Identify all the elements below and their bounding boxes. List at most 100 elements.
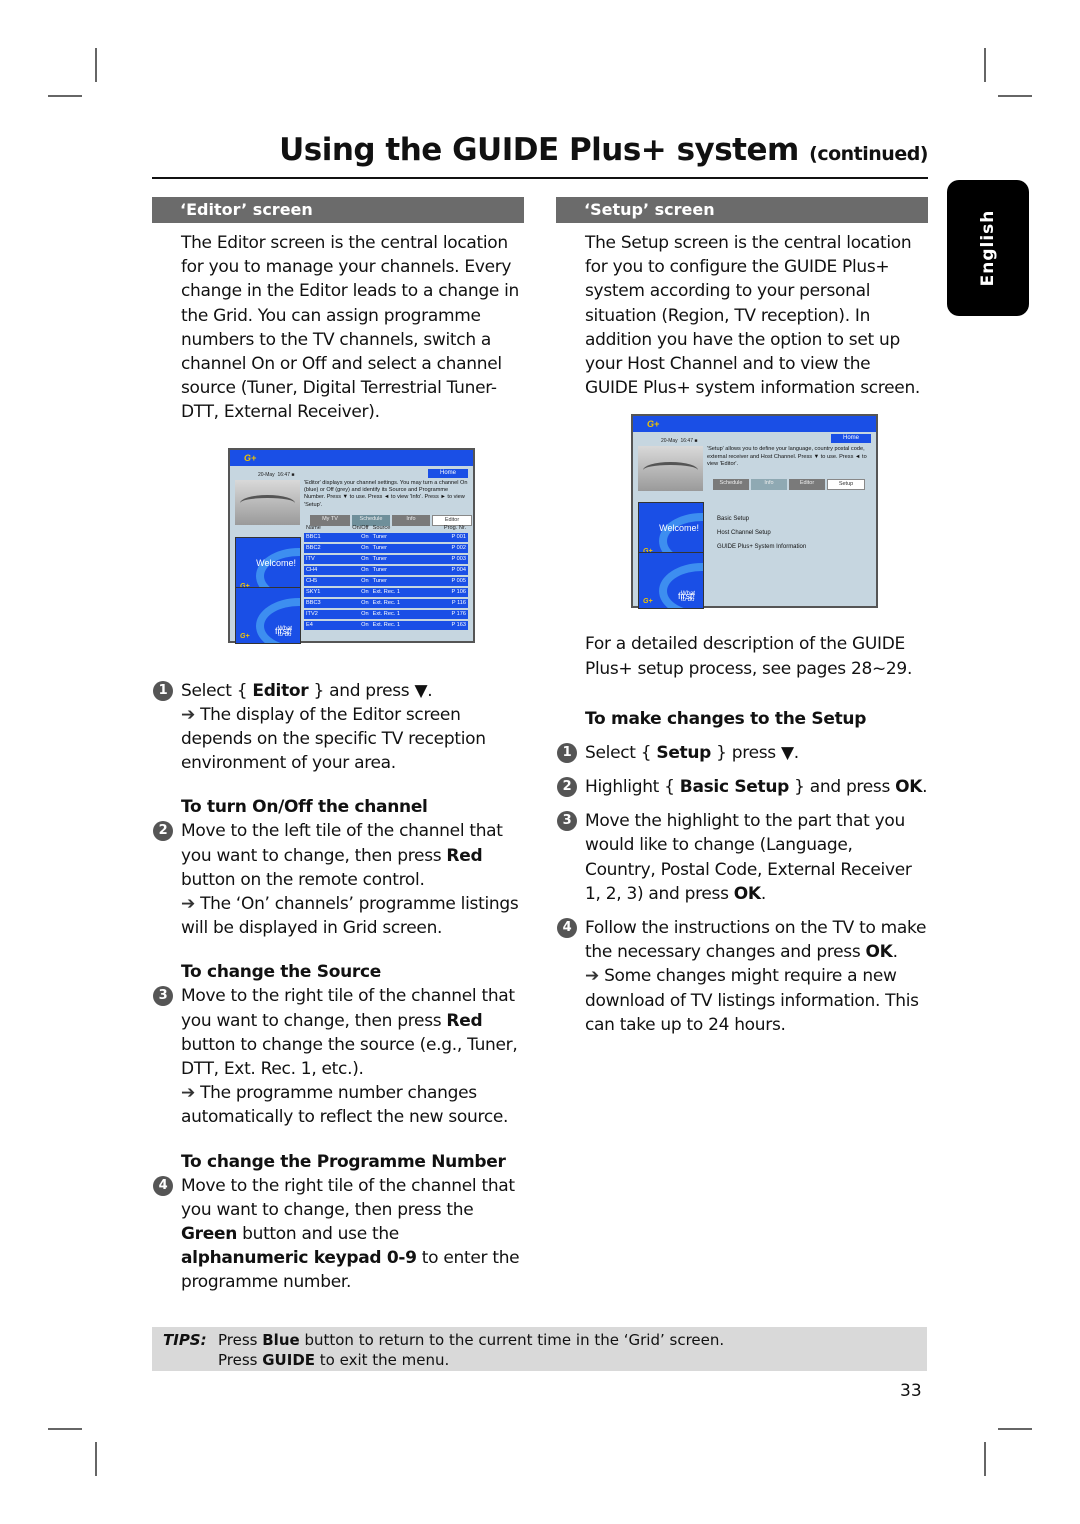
setup-step-3: 3 Move the highlight to the part that yo… [557, 809, 928, 906]
channel-state[interactable]: On [336, 609, 371, 619]
channel-state[interactable]: On [336, 620, 371, 630]
channel-row[interactable]: BBC3 On Ext. Rec. 1P 116 [304, 598, 468, 608]
channel-prog-number[interactable]: P 003 [423, 554, 468, 564]
channel-prog-number[interactable]: P 004 [423, 565, 468, 575]
subheading-setup-changes: To make changes to the Setup [585, 708, 867, 729]
tv-description: 'Setup' allows you to define your langua… [707, 446, 867, 468]
channel-name[interactable]: SKY1 [304, 587, 337, 597]
what-to-do-first-promo[interactable]: What to do first! G+ [638, 552, 704, 610]
home-button[interactable]: Home [831, 434, 871, 444]
channel-prog-number[interactable]: P 002 [423, 543, 468, 553]
result-arrow-icon: ➔ [181, 704, 195, 725]
channel-name[interactable]: ITV [304, 554, 337, 564]
channel-prog-number[interactable]: P 106 [423, 587, 468, 597]
channel-prog-number[interactable]: P 116 [423, 598, 468, 608]
tv-tab-setup[interactable]: Setup [827, 479, 865, 491]
tv-tab-editor[interactable]: Editor [789, 479, 825, 491]
channel-state[interactable]: On [336, 554, 371, 564]
subheading-onoff: To turn On/Off the channel [181, 797, 428, 818]
setup-step-1: 1 Select { Setup } press ▼. [557, 741, 928, 765]
channel-state[interactable]: On [336, 587, 371, 597]
col-prog: Prog. Nr. [443, 524, 466, 531]
step-number: 3 [153, 986, 173, 1007]
channel-prog-number[interactable]: P 001 [423, 532, 468, 542]
language-label: English [978, 209, 998, 287]
tips-line-2: Press GUIDE to exit the menu. [218, 1351, 450, 1369]
channel-name[interactable]: E4 [304, 620, 337, 630]
tv-tab-info[interactable]: Info [751, 479, 787, 491]
result-arrow-icon: ➔ [181, 894, 195, 915]
setup-step-2: 2 Highlight { Basic Setup } and press OK… [557, 775, 928, 799]
editor-step-4: 4 Move to the right tile of the channel … [153, 1174, 524, 1295]
channel-state[interactable]: On [336, 565, 371, 575]
channel-source[interactable]: Tuner [370, 576, 424, 586]
crop-mark [48, 95, 82, 97]
welcome-promo[interactable]: Welcome! G+ [235, 536, 301, 594]
channel-state[interactable]: On [336, 598, 371, 608]
guide-plus-logo: G+ [244, 452, 257, 463]
step-number: 2 [153, 821, 173, 842]
channel-name[interactable]: CH5 [304, 576, 337, 586]
channel-prog-number[interactable]: P 176 [423, 609, 468, 619]
page-title-suffix: (continued) [809, 143, 928, 165]
channel-row[interactable]: ITV On Tuner P 003 [304, 554, 468, 564]
tv-tabs: Schedule Info Editor Setup [713, 479, 865, 491]
crop-mark [984, 1442, 986, 1476]
tv-description: 'Editor' displays your channel settings.… [304, 479, 468, 508]
section-heading: ‘Editor’ screen [152, 197, 524, 223]
col-onoff: On/Off [352, 524, 369, 531]
channel-row[interactable]: E4 On Ext. Rec. 1P 163 [304, 620, 468, 630]
step-number: 4 [153, 1175, 173, 1196]
home-button[interactable]: Home [428, 468, 468, 478]
setup-intro: The Setup screen is the central location… [585, 233, 921, 399]
channel-row[interactable]: ITV2 On Ext. Rec. 1P 176 [304, 609, 468, 619]
what-to-do-first-promo[interactable]: What to do first! G+ [235, 586, 301, 644]
page-title: Using the GUIDE Plus+ system (continued) [279, 132, 928, 168]
channel-source[interactable]: Ext. Rec. 1 [370, 587, 424, 597]
channel-state[interactable]: On [336, 576, 371, 586]
channel-row[interactable]: CH4 On Tuner P 004 [304, 565, 468, 575]
tv-tab-schedule[interactable]: Schedule [713, 479, 749, 491]
menu-item-host-channel-setup[interactable]: Host Channel Setup [717, 526, 806, 540]
tips-box: TIPS: Press Blue button to return to the… [152, 1327, 927, 1371]
tv-top-bar: G+ [230, 449, 473, 466]
channel-row[interactable]: CH5 On Tuner P 005 [304, 576, 468, 586]
channel-row[interactable]: BBC2 On Tuner P 002 [304, 543, 468, 553]
language-tab: English [947, 180, 1029, 316]
channel-source[interactable]: Tuner [370, 554, 424, 564]
editor-tv-screenshot: G+ 20-May 16:47 ■ Home 'Editor' displays… [228, 447, 475, 644]
col-name: Name [306, 524, 321, 531]
crop-mark [95, 1442, 97, 1476]
tips-line-1: Press Blue button to return to the curre… [218, 1331, 725, 1349]
editor-section: ‘Editor’ screen The Editor screen is the… [152, 197, 524, 1295]
tv-top-bar: G+ [633, 416, 876, 433]
channel-source[interactable]: Ext. Rec. 1 [370, 609, 424, 619]
welcome-promo[interactable]: Welcome! G+ [638, 502, 704, 560]
channel-prog-number[interactable]: P 005 [423, 576, 468, 586]
channel-state[interactable]: On [336, 532, 371, 542]
channel-prog-number[interactable]: P 163 [423, 620, 468, 630]
setup-tv-screenshot: G+ 20-May 16:47 ■ Home 'Setup' allows yo… [631, 414, 878, 610]
tv-preview-image [235, 479, 300, 525]
channel-name[interactable]: CH4 [304, 565, 337, 575]
channel-name[interactable]: BBC3 [304, 598, 337, 608]
editor-step-3: 3 Move to the right tile of the channel … [153, 984, 524, 1129]
channel-row[interactable]: BBC1 On Tuner P 001 [304, 532, 468, 542]
channel-source[interactable]: Ext. Rec. 1 [370, 598, 424, 608]
channel-name[interactable]: ITV2 [304, 609, 337, 619]
channel-source[interactable]: Tuner [370, 543, 424, 553]
crop-mark [998, 95, 1032, 97]
step-number: 2 [557, 777, 577, 798]
tv-date-time: 20-May 16:47 ■ [661, 438, 698, 445]
channel-name[interactable]: BBC2 [304, 543, 337, 553]
channel-name[interactable]: BBC1 [304, 532, 337, 542]
editor-intro: The Editor screen is the central locatio… [181, 233, 519, 423]
channel-row[interactable]: SKY1 On Ext. Rec. 1P 106 [304, 587, 468, 597]
menu-item-system-information[interactable]: GUIDE Plus+ System Information [717, 540, 806, 554]
channel-source[interactable]: Ext. Rec. 1 [370, 620, 424, 630]
menu-item-basic-setup[interactable]: Basic Setup [717, 512, 806, 526]
channel-source[interactable]: Tuner [370, 532, 424, 542]
channel-table-header: Name On/Off Source Prog. Nr. [304, 525, 468, 531]
channel-source[interactable]: Tuner [370, 565, 424, 575]
channel-state[interactable]: On [336, 543, 371, 553]
